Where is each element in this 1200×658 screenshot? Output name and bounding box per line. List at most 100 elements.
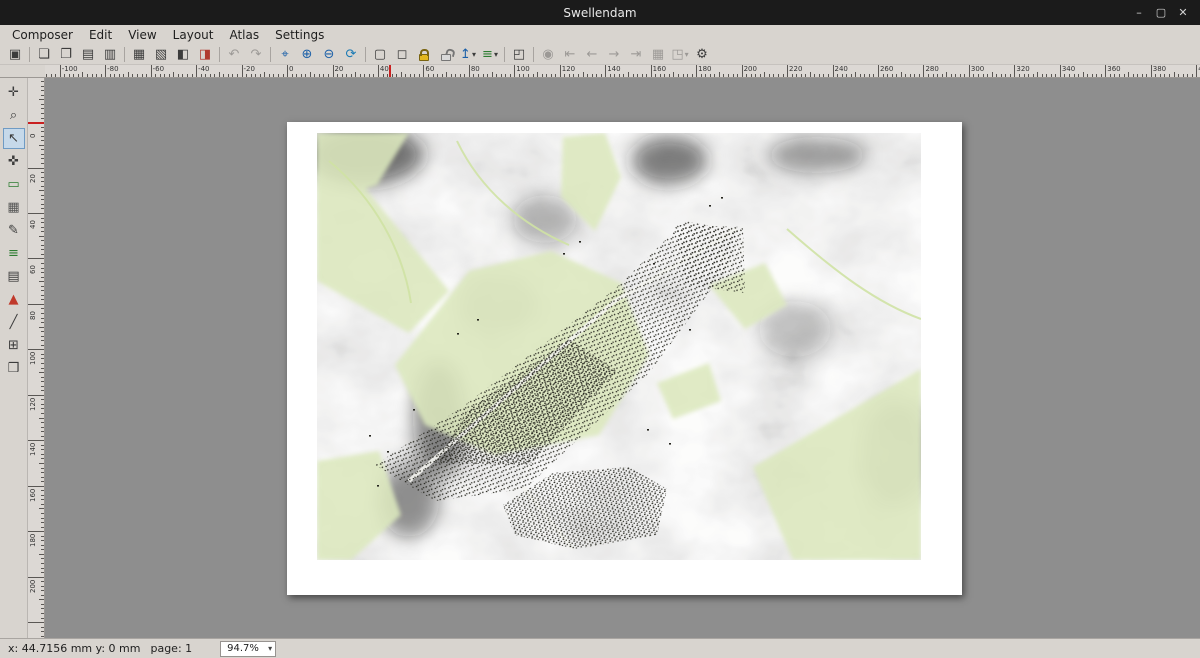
add-items-from-template-button[interactable]: ▥ (99, 44, 121, 64)
menu-view[interactable]: View (120, 26, 164, 44)
ruler-tick (41, 358, 44, 359)
save-as-template-button[interactable]: ▤ (77, 44, 99, 64)
ruler-tick (710, 74, 711, 77)
ruler-tick (41, 518, 44, 519)
close-button[interactable]: ✕ (1172, 6, 1194, 19)
ruler-label: 60 (425, 65, 434, 73)
add-new-map-tool[interactable]: ▭ (3, 174, 25, 195)
add-shape-tool[interactable]: ▲ (3, 289, 25, 310)
menu-settings[interactable]: Settings (267, 26, 332, 44)
menu-composer[interactable]: Composer (4, 26, 81, 44)
ruler-tick (41, 231, 44, 232)
ruler-tick (410, 74, 411, 77)
print-button[interactable]: ▦ (128, 44, 150, 64)
undo-button[interactable]: ↶ (223, 44, 245, 64)
ruler-label: 340 (1062, 65, 1075, 73)
atlas-first-feature-button[interactable]: ⇤ (559, 44, 581, 64)
zoom-in-button[interactable]: ⊕ (296, 44, 318, 64)
ruler-tick (973, 74, 974, 77)
refresh-view-button[interactable]: ⟳ (340, 44, 362, 64)
ruler-tick (796, 74, 797, 77)
save-project-button[interactable]: ▣ (4, 44, 26, 64)
ruler-tick (978, 74, 979, 77)
composer-workspace[interactable] (45, 78, 1200, 638)
ruler-tick (1078, 74, 1079, 77)
add-image-tool[interactable]: ▦ (3, 197, 25, 218)
ruler-tick (314, 74, 315, 77)
add-legend-tool[interactable]: ≡ (3, 243, 25, 264)
redo-icon: ↷ (251, 48, 262, 61)
ruler-tick (478, 74, 479, 77)
ruler-tick (428, 74, 429, 77)
ruler-tick (41, 468, 44, 469)
ruler-label: 60 (29, 265, 37, 274)
ruler-tick (41, 86, 44, 87)
ruler-tick (1119, 74, 1120, 77)
add-label-tool[interactable]: ✎ (3, 220, 25, 241)
ruler-tick (1083, 72, 1084, 77)
ruler-tick (46, 74, 47, 77)
ruler-tick (41, 127, 44, 128)
preview-atlas-button[interactable]: ◉ (537, 44, 559, 64)
ruler-tick (833, 65, 834, 77)
menu-layout[interactable]: Layout (165, 26, 222, 44)
export-as-svg-button[interactable]: ◧ (172, 44, 194, 64)
ruler-tick (60, 65, 61, 77)
menu-edit[interactable]: Edit (81, 26, 120, 44)
lock-selected-items-button[interactable] (413, 44, 435, 64)
ruler-tick (41, 436, 44, 437)
zoom-to-100-button[interactable]: ▢ (369, 44, 391, 64)
ruler-tick (1074, 74, 1075, 77)
export-atlas-button[interactable]: ◳▾ (669, 44, 691, 64)
zoom-tool[interactable]: ⌕ (3, 105, 25, 126)
ruler-tick (628, 72, 629, 77)
atlas-next-feature-button[interactable]: → (603, 44, 625, 64)
ruler-label: 140 (607, 65, 620, 73)
duplicate-composer-button[interactable]: ❐ (55, 44, 77, 64)
unlock-all-items-button[interactable] (435, 44, 457, 64)
raise-selected-items-button[interactable]: ↥▾ (457, 44, 479, 64)
minimize-button[interactable]: – (1128, 6, 1150, 19)
new-composer-button[interactable]: ❏ (33, 44, 55, 64)
ruler-tick (232, 74, 233, 77)
move-item-content-tool[interactable]: ✜ (3, 151, 25, 172)
ruler-tick (810, 72, 811, 77)
atlas-previous-feature-button[interactable]: ← (581, 44, 603, 64)
zoom-full-button[interactable]: ⌖ (274, 44, 296, 64)
zoom-out-button[interactable]: ⊖ (318, 44, 340, 64)
atlas-last-feature-button[interactable]: ⇥ (625, 44, 647, 64)
add-html-frame-tool[interactable]: ❒ (3, 358, 25, 379)
pan-tool[interactable]: ✛ (3, 82, 25, 103)
ruler-tick (792, 74, 793, 77)
map-item[interactable] (317, 133, 921, 560)
ruler-tick (123, 74, 124, 77)
add-attribute-table-tool[interactable]: ⊞ (3, 335, 25, 356)
ruler-tick (28, 395, 44, 396)
maximize-button[interactable]: ▢ (1150, 6, 1172, 19)
export-as-image-button[interactable]: ▧ (150, 44, 172, 64)
ruler-tick (41, 631, 44, 632)
export-as-pdf-button[interactable]: ◨ (194, 44, 216, 64)
ruler-tick (483, 74, 484, 77)
atlas-settings-button[interactable]: ⚙ (691, 44, 713, 64)
zoom-to-100-icon: ▢ (374, 48, 386, 61)
add-scalebar-tool[interactable]: ▤ (3, 266, 25, 287)
ruler-tick (542, 74, 543, 77)
ruler-tick (1051, 74, 1052, 77)
redo-button[interactable]: ↷ (245, 44, 267, 64)
ruler-tick (28, 531, 44, 532)
group-items-button[interactable]: ◰ (508, 44, 530, 64)
ruler-tick (678, 74, 679, 77)
add-arrow-tool[interactable]: ╱ (3, 312, 25, 333)
undo-icon: ↶ (229, 48, 240, 61)
zoom-to-selection-button[interactable]: ◻ (391, 44, 413, 64)
composition-page[interactable] (287, 122, 962, 595)
menu-atlas[interactable]: Atlas (221, 26, 267, 44)
ruler-tick (351, 74, 352, 77)
export-atlas-icon: ◳ (671, 48, 683, 61)
zoom-level-select[interactable]: 94.7% ▾ (220, 641, 276, 657)
ruler-tick (28, 577, 44, 578)
print-atlas-button[interactable]: ▦ (647, 44, 669, 64)
align-selected-items-button[interactable]: ≡▾ (479, 44, 501, 64)
select-move-item-tool[interactable]: ↖ (3, 128, 25, 149)
